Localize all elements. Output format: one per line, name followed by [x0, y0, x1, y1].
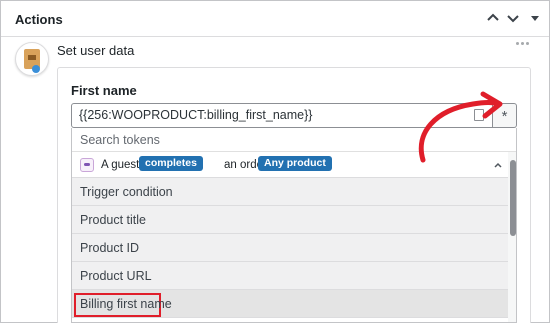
token-item-label: Product ID: [80, 241, 140, 255]
panel-title: Actions: [15, 12, 63, 27]
token-item[interactable]: Product ID: [72, 234, 508, 262]
field-label: First name: [71, 83, 137, 98]
chevron-up-icon[interactable]: [485, 10, 501, 26]
action-title: Set user data: [57, 43, 135, 58]
group-text-guest: A guest: [101, 159, 140, 171]
token-item-label: Trigger condition: [80, 185, 173, 199]
scrollbar-thumb[interactable]: [510, 160, 516, 236]
token-item[interactable]: Trigger condition: [72, 178, 508, 206]
annotation-arrow: [418, 91, 503, 163]
more-icon[interactable]: [514, 36, 532, 50]
token-item[interactable]: Product URL: [72, 262, 508, 290]
woocommerce-icon: [80, 158, 94, 172]
token-item-billing-first-name[interactable]: Billing first name: [72, 290, 508, 318]
pill-completes: completes: [139, 156, 203, 171]
integration-avatar-icon: [15, 42, 49, 76]
pill-any-product: Any product: [258, 156, 332, 171]
caret-down-icon[interactable]: [527, 10, 543, 26]
token-item-label: Product URL: [80, 269, 152, 283]
token-item-label: Product title: [80, 213, 147, 227]
chevron-down-icon[interactable]: [505, 10, 521, 26]
scrollbar[interactable]: [508, 152, 516, 322]
panel-header: Actions: [1, 1, 549, 37]
token-item-label: Billing first name: [80, 297, 172, 311]
token-item[interactable]: Product title: [72, 206, 508, 234]
